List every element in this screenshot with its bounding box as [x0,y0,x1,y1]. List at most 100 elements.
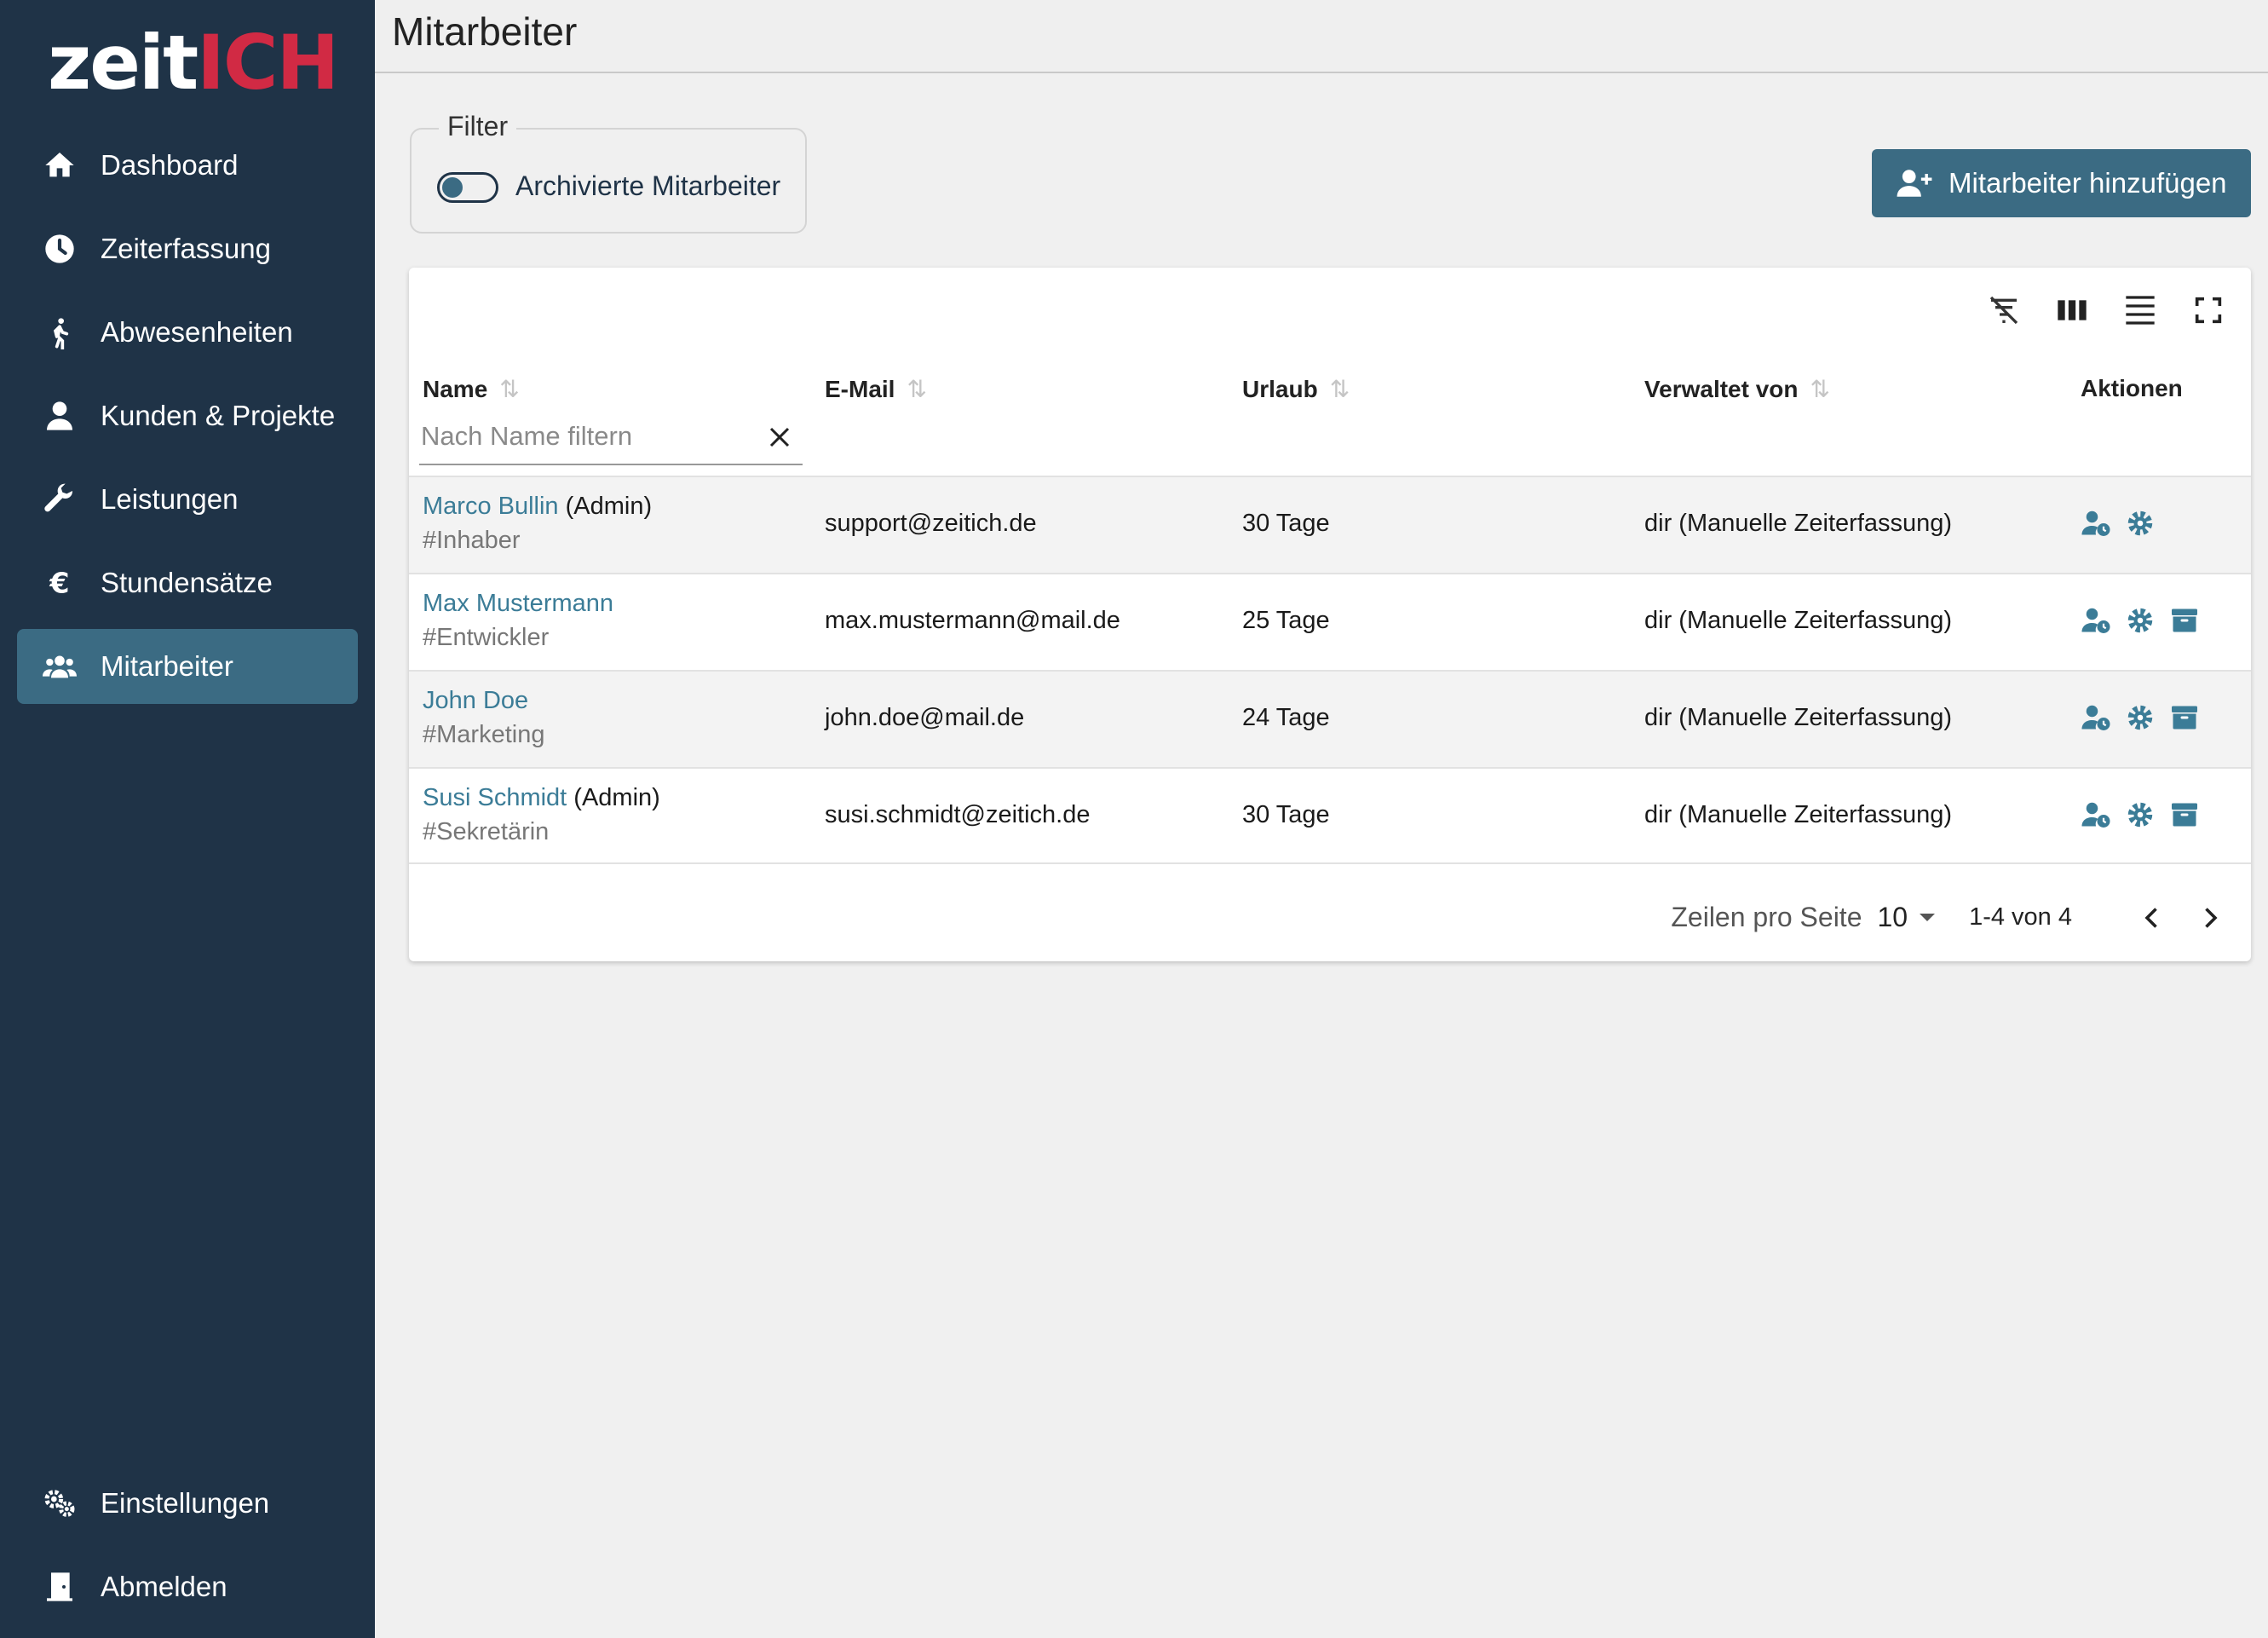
column-header-label: Name [423,375,488,402]
sidebar-item-label: Einstellungen [101,1487,270,1519]
sidebar-item-label: Abmelden [101,1571,227,1602]
app-logo[interactable]: zeitICH [48,20,339,106]
sidebar-bottom-nav: Einstellungen Abmelden [17,1466,358,1633]
sort-icon[interactable]: ⇅ [499,375,519,403]
sidebar-item-label: Leistungen [101,483,239,515]
sidebar-item-abmelden[interactable]: Abmelden [17,1549,358,1624]
table-row: Marco Bullin (Admin) #Inhaber support@ze… [409,476,2251,573]
sidebar: zeitICH Dashboard Zeiterfassung Abwesenh… [0,0,375,1638]
sidebar-item-dashboard[interactable]: Dashboard [17,128,358,203]
column-header-label: E-Mail [825,375,895,402]
column-header-urlaub[interactable]: Urlaub ⇅ [1242,375,1350,403]
sort-icon[interactable]: ⇅ [1330,375,1350,403]
employee-managed-by: dir (Manuelle Zeiterfassung) [1644,801,1953,828]
fullscreen-icon[interactable] [2191,293,2225,327]
sidebar-item-zeiterfassung[interactable]: Zeiterfassung [17,211,358,286]
employee-managed-by: dir (Manuelle Zeiterfassung) [1644,510,1953,537]
rows-per-page-select[interactable]: 10 [1877,902,1908,933]
sort-icon[interactable]: ⇅ [1810,375,1830,403]
sort-icon[interactable]: ⇅ [907,375,926,403]
add-employee-label: Mitarbeiter hinzufügen [1949,167,2227,199]
user-clock-icon[interactable] [2081,508,2111,539]
toggle-knob [442,177,463,198]
employee-tag: #Sekretärin [423,818,550,845]
table-toolbar [1987,293,2225,327]
sidebar-item-einstellungen[interactable]: Einstellungen [17,1466,358,1541]
filter-off-icon[interactable] [1987,293,2021,327]
column-header-verwaltet[interactable]: Verwaltet von ⇅ [1644,375,1830,403]
chevron-left-icon[interactable] [2137,903,2167,933]
employee-name-link[interactable]: Max Mustermann [423,590,613,617]
name-filter-field [419,411,803,465]
employee-name-link[interactable]: John Doe [423,687,528,714]
pagination: Zeilen pro Seite 10 1-4 von 4 [1671,902,2225,933]
employee-role: (Admin) [558,493,653,520]
column-header-label: Aktionen [2081,375,2183,401]
user-clock-icon[interactable] [2081,799,2111,830]
sidebar-item-mitarbeiter[interactable]: Mitarbeiter [17,629,358,704]
column-header-email[interactable]: E-Mail ⇅ [825,375,927,403]
close-icon[interactable] [767,424,792,450]
walking-icon [53,318,69,349]
gear-icon[interactable] [2125,702,2156,733]
employee-name-cell: Susi Schmidt (Admin) [423,784,660,812]
gear-icon[interactable] [2125,508,2156,539]
rows-per-page-label: Zeilen pro Seite [1671,902,1862,932]
page-title: Mitarbeiter [392,9,578,54]
page-range: 1-4 von 4 [1969,903,2072,931]
sidebar-item-label: Mitarbeiter [101,650,233,682]
employee-vacation: 30 Tage [1242,510,1330,537]
filter-legend: Filter [439,111,517,142]
sidebar-item-abwesenheiten[interactable]: Abwesenheiten [17,295,358,370]
employee-email: max.mustermann@mail.de [825,607,1120,634]
archive-icon[interactable] [2169,605,2200,636]
column-header-label: Urlaub [1242,375,1318,402]
employee-email: support@zeitich.de [825,510,1037,537]
columns-icon[interactable] [2055,293,2089,327]
gear-icon[interactable] [2125,799,2156,830]
employee-vacation: 30 Tage [1242,801,1330,828]
chevron-right-icon[interactable] [2195,903,2225,933]
filter-fieldset: Filter Archivierte Mitarbeiter [410,111,807,234]
column-header-name[interactable]: Name ⇅ [423,375,520,403]
employee-name-cell: John Doe [423,687,528,715]
sidebar-item-stundensaetze[interactable]: € Stundensätze [17,545,358,620]
employee-table-card: Name ⇅ E-Mail ⇅ Urlaub ⇅ Verwaltet von ⇅… [409,268,2251,961]
employee-role: (Admin) [567,784,660,811]
row-actions [2081,702,2200,733]
sidebar-item-label: Dashboard [101,149,239,181]
employee-vacation: 24 Tage [1242,704,1330,731]
density-icon[interactable] [2123,293,2157,327]
employee-email: john.doe@mail.de [825,704,1025,731]
gear-icon[interactable] [2125,605,2156,636]
employee-name-link[interactable]: Susi Schmidt [423,784,567,811]
gears-icon [44,1490,75,1517]
sidebar-item-kunden-projekte[interactable]: Kunden & Projekte [17,378,358,453]
employee-managed-by: dir (Manuelle Zeiterfassung) [1644,607,1953,634]
row-actions [2081,799,2200,830]
row-actions [2081,605,2200,636]
archived-toggle-label[interactable]: Archivierte Mitarbeiter [515,170,780,202]
employee-tag: #Inhaber [423,527,521,554]
employee-tag: #Marketing [423,721,545,748]
chevron-down-icon[interactable] [1920,914,1936,921]
add-employee-button[interactable]: Mitarbeiter hinzufügen [1872,149,2251,217]
user-clock-icon[interactable] [2081,605,2111,636]
door-icon [47,1572,72,1601]
table-row: Susi Schmidt (Admin) #Sekretärin susi.sc… [409,767,2251,864]
archive-icon[interactable] [2169,702,2200,733]
user-icon [47,401,72,430]
euro-icon: € [49,567,69,600]
name-filter-input[interactable] [419,411,743,462]
archived-toggle[interactable] [437,172,498,203]
employee-name-link[interactable]: Marco Bullin [423,493,559,520]
user-clock-icon[interactable] [2081,702,2111,733]
sidebar-item-label: Kunden & Projekte [101,400,336,431]
archive-icon[interactable] [2169,799,2200,830]
row-actions [2081,508,2156,539]
employee-managed-by: dir (Manuelle Zeiterfassung) [1644,704,1953,731]
page-header: Mitarbeiter [375,0,2268,73]
user-plus-icon [1897,170,1932,197]
employee-email: susi.schmidt@zeitich.de [825,801,1091,828]
sidebar-item-leistungen[interactable]: Leistungen [17,462,358,537]
